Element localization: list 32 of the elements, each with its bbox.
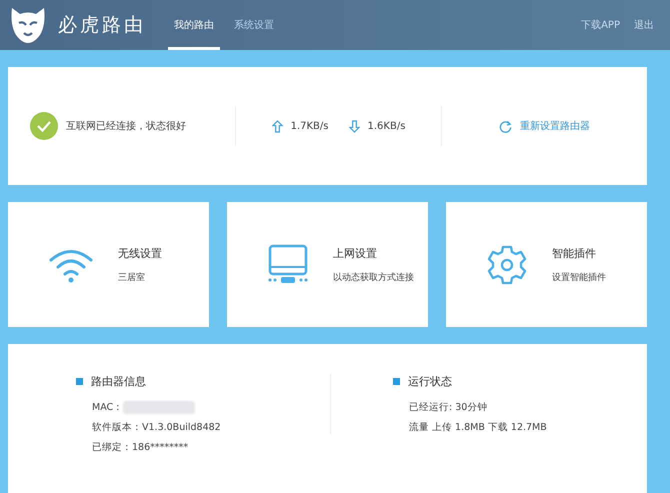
card-title: 无线设置 (118, 246, 162, 260)
download-rate: 1.6KB/s (368, 120, 406, 132)
reset-router-link[interactable]: 重新设置路由器 (520, 119, 590, 133)
nav-tab[interactable]: 我的路由 (168, 0, 220, 50)
upload-rate: 1.7KB/s (290, 120, 328, 132)
card-title: 智能插件 (552, 246, 597, 260)
settings-card[interactable]: 无线设置 三居室 (8, 202, 209, 327)
card-subtitle: 三居室 (118, 272, 146, 284)
info-line: 已绑定：186******** (92, 441, 188, 454)
info-label: MAC： (92, 401, 124, 414)
gear-icon (486, 244, 528, 286)
card-title: 上网设置 (333, 246, 378, 260)
square-bullet-icon (76, 378, 83, 385)
refresh-icon (499, 120, 512, 132)
nav-tab[interactable]: 系统设置 (228, 0, 280, 50)
info-line: 已经运行: 30分钟 (409, 401, 488, 414)
card-subtitle: 设置智能插件 (552, 272, 606, 284)
section-title: 运行状态 (408, 374, 452, 389)
download-arrow-icon (348, 120, 360, 132)
header-link[interactable]: 退出 (634, 18, 654, 32)
connection-status: 互联网已经连接，状态很好 (66, 120, 186, 133)
settings-card[interactable]: 上网设置 以动态获取方式连接 (227, 202, 428, 327)
info-line: 软件版本：V1.3.0Build8482 (92, 421, 221, 434)
upload-arrow-icon (272, 120, 283, 132)
info-line: 流量 上传 1.8MB 下载 12.7MB (409, 421, 547, 434)
section-title: 路由器信息 (91, 374, 146, 389)
square-bullet-icon (393, 378, 400, 385)
settings-card[interactable]: 智能插件 设置智能插件 (446, 202, 647, 327)
brand-name: 必虎路由 (58, 13, 146, 38)
monitor-icon (267, 244, 309, 286)
card-subtitle: 以动态获取方式连接 (333, 272, 414, 284)
header-link[interactable]: 下载APP (581, 18, 620, 32)
